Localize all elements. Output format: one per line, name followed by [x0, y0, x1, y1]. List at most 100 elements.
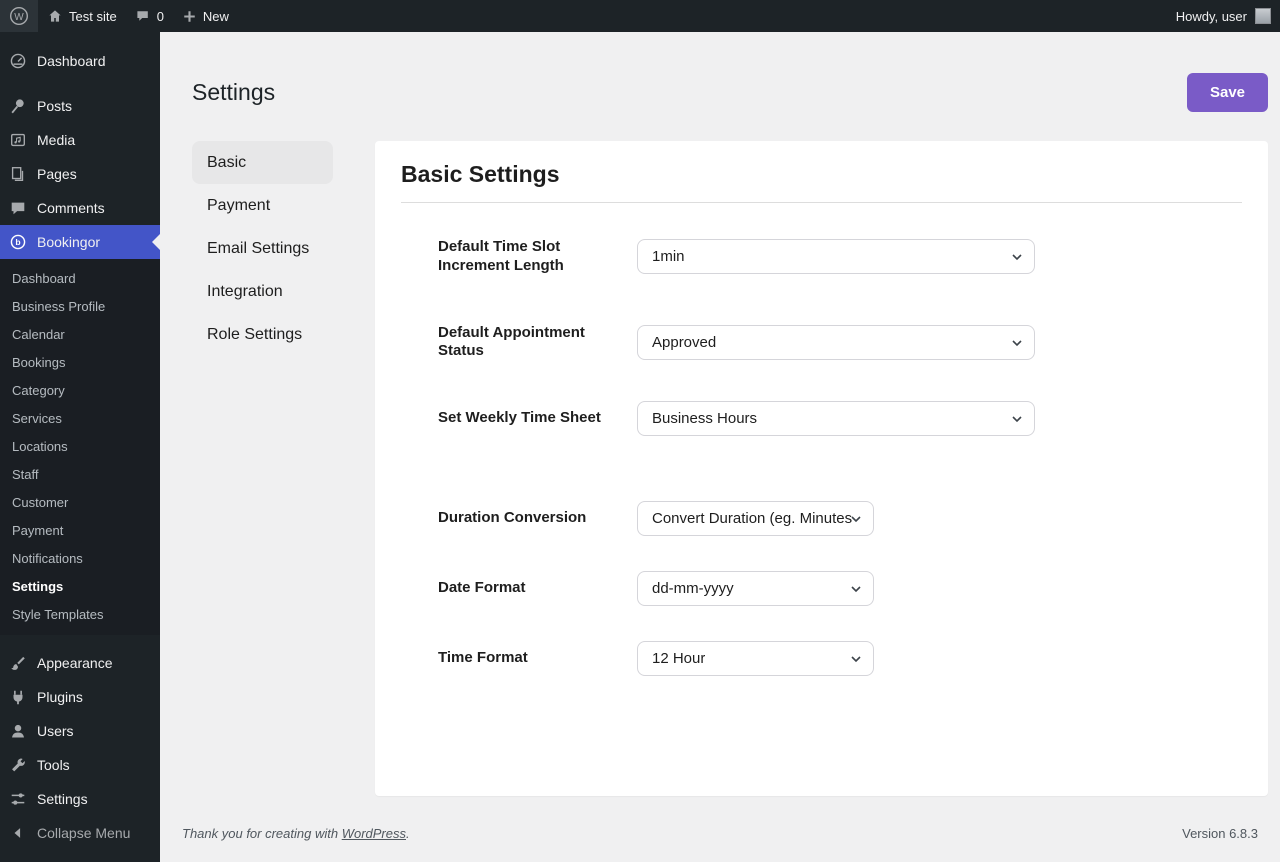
form-row: Default Time Slot Increment Length 1min [438, 238, 1242, 276]
sidebar-item-label: Collapse Menu [37, 825, 130, 841]
date-format-select[interactable]: dd-mm-yyyy [637, 571, 874, 606]
settings-sliders-icon [8, 789, 28, 809]
settings-body: Basic Payment Email Settings Integration… [192, 141, 1268, 796]
bookingor-submenu: Dashboard Business Profile Calendar Book… [0, 259, 160, 635]
sidebar-item-label: Comments [37, 200, 105, 216]
submenu-item-settings[interactable]: Settings [0, 573, 160, 601]
site-name: Test site [69, 9, 117, 24]
collapse-arrow-icon [8, 823, 28, 843]
sidebar-item-appearance[interactable]: Appearance [0, 646, 160, 680]
tab-role-settings[interactable]: Role Settings [192, 313, 333, 356]
wordpress-icon: W [9, 6, 29, 26]
submenu-item-bookings[interactable]: Bookings [0, 349, 160, 377]
form-row: Set Weekly Time Sheet Business Hours [438, 401, 1242, 436]
submenu-item-dashboard[interactable]: Dashboard [0, 265, 160, 293]
sidebar-item-users[interactable]: Users [0, 714, 160, 748]
tab-payment[interactable]: Payment [192, 184, 333, 227]
default-time-slot-select[interactable]: 1min [637, 239, 1035, 274]
chevron-down-icon [1010, 336, 1024, 350]
submenu-item-calendar[interactable]: Calendar [0, 321, 160, 349]
chevron-down-icon [849, 512, 863, 526]
dashboard-icon [8, 51, 28, 71]
comment-bubble-icon [135, 8, 151, 24]
field-label: Default Appointment Status [438, 324, 637, 362]
submenu-item-services[interactable]: Services [0, 405, 160, 433]
default-appointment-status-select[interactable]: Approved [637, 325, 1035, 360]
new-label: New [203, 9, 229, 24]
main-content: Settings Save Basic Payment Email Settin… [160, 0, 1280, 862]
pages-icon [8, 164, 28, 184]
sidebar-item-label: Dashboard [37, 53, 106, 69]
menu-separator [0, 635, 160, 646]
plus-icon [182, 9, 197, 24]
sidebar-item-plugins[interactable]: Plugins [0, 680, 160, 714]
submenu-item-payment[interactable]: Payment [0, 517, 160, 545]
sidebar-item-bookingor[interactable]: b Bookingor [0, 225, 160, 259]
admin-bar: W Test site 0 New Howdy, user [0, 0, 1280, 32]
save-button[interactable]: Save [1187, 73, 1268, 112]
pushpin-icon [8, 96, 28, 116]
admin-sidebar: Dashboard Posts Media Pages Comments b B… [0, 32, 160, 862]
collapse-menu-button[interactable]: Collapse Menu [0, 816, 160, 850]
site-name-menu[interactable]: Test site [38, 0, 126, 32]
footer-period: . [406, 826, 410, 841]
chevron-down-icon [849, 582, 863, 596]
user-icon [8, 721, 28, 741]
tab-email-settings[interactable]: Email Settings [192, 227, 333, 270]
wordpress-logo[interactable]: W [0, 0, 38, 32]
submenu-item-style-templates[interactable]: Style Templates [0, 601, 160, 629]
new-menu[interactable]: New [173, 0, 238, 32]
wordpress-link[interactable]: WordPress [342, 826, 406, 841]
comments-menu[interactable]: 0 [126, 0, 173, 32]
sidebar-item-posts[interactable]: Posts [0, 89, 160, 123]
sidebar-item-label: Bookingor [37, 234, 100, 250]
time-format-select[interactable]: 12 Hour [637, 641, 874, 676]
field-label: Set Weekly Time Sheet [438, 409, 637, 428]
sidebar-item-comments[interactable]: Comments [0, 191, 160, 225]
admin-footer: Thank you for creating with WordPress. V… [182, 826, 1268, 841]
sidebar-item-media[interactable]: Media [0, 123, 160, 157]
tab-basic[interactable]: Basic [192, 141, 333, 184]
sidebar-item-pages[interactable]: Pages [0, 157, 160, 191]
sidebar-item-tools[interactable]: Tools [0, 748, 160, 782]
chevron-down-icon [1010, 412, 1024, 426]
select-value: Convert Duration (eg. Minutes [652, 510, 852, 527]
field-label: Duration Conversion [438, 509, 637, 528]
settings-subnav: Basic Payment Email Settings Integration… [192, 141, 333, 356]
tab-integration[interactable]: Integration [192, 270, 333, 313]
footer-version: Version 6.8.3 [1182, 826, 1258, 841]
footer-thankyou: Thank you for creating with WordPress. [182, 826, 410, 841]
home-icon [47, 8, 63, 24]
submenu-item-notifications[interactable]: Notifications [0, 545, 160, 573]
field-label: Time Format [438, 649, 637, 668]
media-icon [8, 130, 28, 150]
svg-text:b: b [15, 237, 20, 247]
sidebar-item-dashboard[interactable]: Dashboard [0, 44, 160, 78]
chevron-down-icon [849, 652, 863, 666]
weekly-time-sheet-select[interactable]: Business Hours [637, 401, 1035, 436]
bookingor-icon: b [8, 232, 28, 252]
select-value: 12 Hour [652, 650, 705, 667]
duration-conversion-select[interactable]: Convert Duration (eg. Minutes [637, 501, 874, 536]
comments-count: 0 [157, 9, 164, 24]
footer-thanks-text: Thank you for creating with [182, 826, 342, 841]
select-value: dd-mm-yyyy [652, 580, 734, 597]
submenu-item-locations[interactable]: Locations [0, 433, 160, 461]
submenu-item-category[interactable]: Category [0, 377, 160, 405]
account-menu[interactable]: Howdy, user [1167, 0, 1280, 32]
select-value: Approved [652, 334, 716, 351]
sidebar-item-label: Posts [37, 98, 72, 114]
submenu-item-customer[interactable]: Customer [0, 489, 160, 517]
sidebar-item-label: Media [37, 132, 75, 148]
field-label: Default Time Slot Increment Length [438, 238, 637, 276]
submenu-item-business-profile[interactable]: Business Profile [0, 293, 160, 321]
form-row: Default Appointment Status Approved [438, 324, 1242, 362]
page-title: Settings [192, 79, 275, 106]
select-value: 1min [652, 248, 685, 265]
menu-separator [0, 78, 160, 89]
submenu-item-staff[interactable]: Staff [0, 461, 160, 489]
sidebar-item-label: Users [37, 723, 74, 739]
select-value: Business Hours [652, 410, 757, 427]
sidebar-item-settings[interactable]: Settings [0, 782, 160, 816]
form-row: Time Format 12 Hour [438, 641, 1242, 676]
